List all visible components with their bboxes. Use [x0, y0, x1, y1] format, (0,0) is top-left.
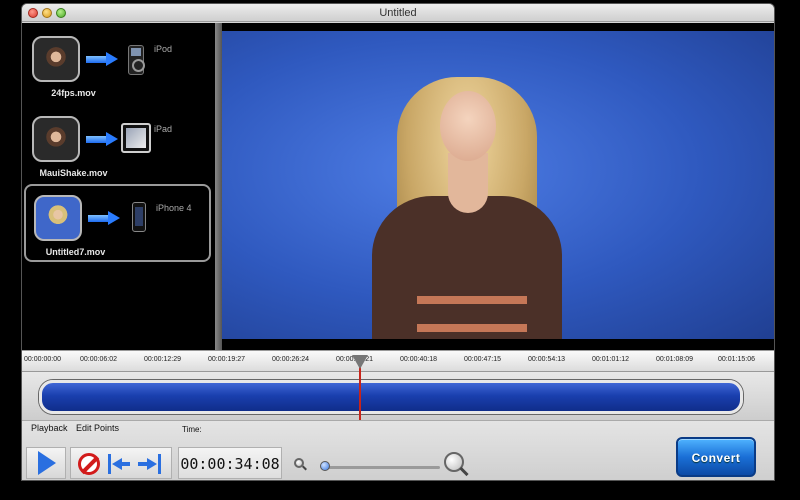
- timecode-tick: 00:01:08:09: [656, 356, 693, 363]
- timecode-tick: 00:00:19:27: [208, 356, 245, 363]
- timecode-tick: 00:00:00:00: [24, 356, 61, 363]
- set-out-point-button[interactable]: [138, 454, 162, 474]
- playback-label: Playback: [31, 423, 68, 433]
- convert-arrow-icon: [86, 52, 120, 66]
- convert-arrow-icon: [86, 132, 120, 146]
- current-time-value: 00:00:34:08: [180, 455, 280, 473]
- video-thumbnail: [32, 116, 80, 162]
- clear-edit-points-button[interactable]: [78, 453, 100, 475]
- playhead-line[interactable]: [359, 360, 361, 420]
- timecode-tick: 00:01:15:06: [718, 356, 755, 363]
- timecode-tick: 00:00:06:02: [80, 356, 117, 363]
- file-item-untitled7[interactable]: iPhone 4 Untitled7.mov: [24, 184, 211, 262]
- convert-button-label: Convert: [691, 451, 741, 465]
- video-thumbnail: [32, 36, 80, 82]
- video-preview: [222, 23, 774, 350]
- target-device-label: iPod: [154, 44, 173, 54]
- file-item-24fps[interactable]: iPod 24fps.mov: [24, 27, 211, 103]
- title-bar: Untitled: [22, 4, 774, 22]
- time-display: 00:00:34:08: [178, 447, 282, 479]
- window-title: Untitled: [379, 7, 417, 19]
- target-device-label: iPad: [154, 124, 173, 134]
- ipod-icon: [128, 45, 145, 75]
- timeline-track[interactable]: [22, 372, 774, 420]
- zoom-in-icon[interactable]: [444, 452, 469, 477]
- file-list-sidebar: iPod 24fps.mov iPad MauiShake.mov iPhone…: [22, 23, 215, 350]
- ipad-icon: [121, 123, 151, 153]
- zoom-slider[interactable]: [324, 466, 440, 469]
- video-thumbnail: [34, 195, 82, 241]
- edit-points-label: Edit Points: [76, 423, 120, 433]
- app-window: Untitled iPod 24fps.mov iPad MauiShake.m…: [22, 4, 774, 480]
- sidebar-splitter[interactable]: [215, 23, 222, 350]
- file-item-mauishake[interactable]: iPad MauiShake.mov: [24, 107, 211, 183]
- file-name: MauiShake.mov: [39, 168, 108, 178]
- timecode-tick: 00:00:40:18: [400, 356, 437, 363]
- convert-button[interactable]: Convert: [676, 437, 756, 477]
- control-bar: Playback Edit Points Time: 00:00:34:08 C…: [22, 420, 774, 480]
- file-name: 24fps.mov: [51, 88, 96, 98]
- timecode-tick: 00:00:47:15: [464, 356, 501, 363]
- timecode-tick: 00:00:26:24: [272, 356, 309, 363]
- file-name: Untitled7.mov: [45, 247, 106, 257]
- time-label: Time:: [182, 425, 202, 434]
- target-device-label: iPhone 4: [156, 203, 192, 213]
- timecode-tick: 00:00:54:13: [528, 356, 565, 363]
- set-in-point-button[interactable]: [108, 454, 132, 474]
- timeline-ruler[interactable]: 00:00:00:00 00:00:06:02 00:00:12:29 00:0…: [22, 350, 774, 372]
- play-button[interactable]: [38, 451, 56, 475]
- video-frame: [222, 31, 774, 339]
- timecode-tick: 00:01:01:12: [592, 356, 629, 363]
- playhead-handle[interactable]: [352, 355, 368, 369]
- timecode-tick: 00:00:12:29: [144, 356, 181, 363]
- zoom-slider-knob[interactable]: [320, 461, 330, 471]
- zoom-out-icon[interactable]: [294, 458, 307, 471]
- convert-arrow-icon: [88, 211, 122, 225]
- video-clip-bar[interactable]: [39, 380, 743, 414]
- iphone-icon: [132, 202, 146, 232]
